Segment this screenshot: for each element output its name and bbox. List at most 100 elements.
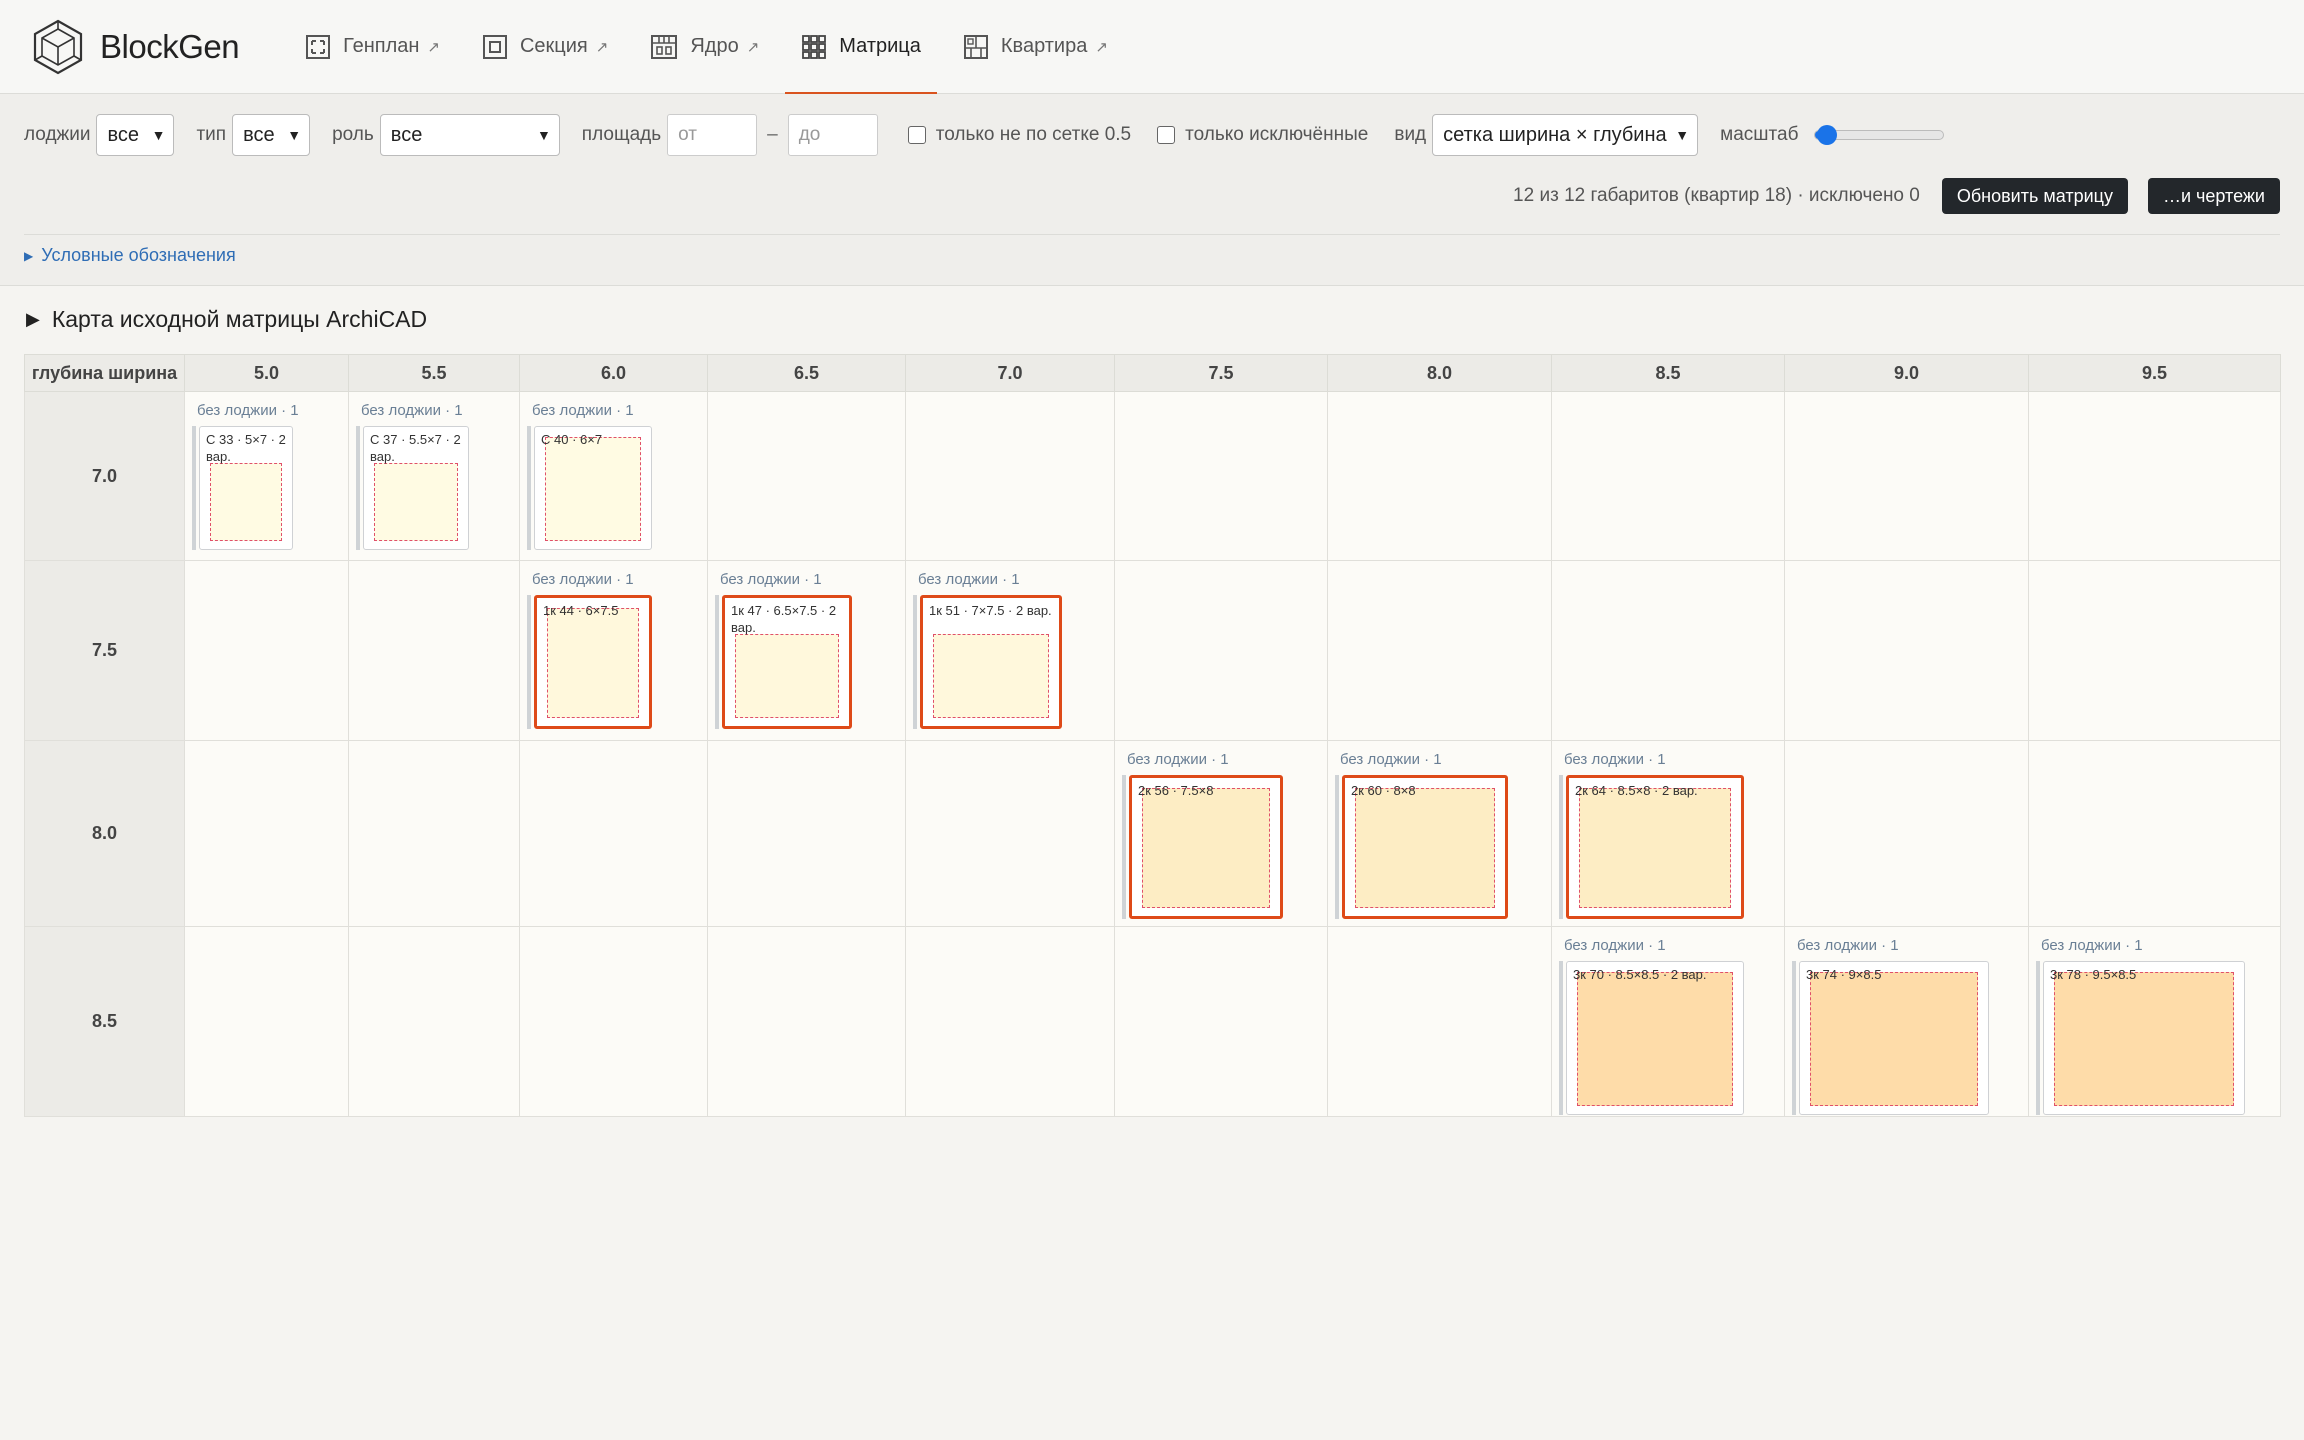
apartment-card[interactable]: С 33 · 5×7 · 2 вар. (199, 426, 293, 550)
cell-caption: без лоджии · 1 (720, 571, 822, 588)
type-select[interactable]: все ▼ (232, 114, 311, 156)
apartment-card[interactable]: С 37 · 5.5×7 · 2 вар. (363, 426, 469, 550)
apartment-card-wrap: 1к 47 · 6.5×7.5 · 2 вар. (715, 595, 852, 729)
matrix-cell (1551, 391, 1785, 561)
chevron-down-icon: ▼ (536, 127, 551, 143)
tab-section[interactable]: Секция ↗ (466, 0, 624, 94)
tab-label: Ядро (690, 35, 739, 57)
tab-genplan[interactable]: Генплан ↗ (289, 0, 456, 94)
tab-apartment[interactable]: Квартира ↗ (947, 0, 1124, 94)
apartment-card[interactable]: 3к 78 · 9.5×8.5 (2043, 961, 2245, 1115)
matrix-cell[interactable]: без лоджии · 1 3к 78 · 9.5×8.5 (2028, 926, 2281, 1117)
apartment-card[interactable]: 3к 70 · 8.5×8.5 · 2 вар. (1566, 961, 1744, 1115)
chevron-down-icon: ▼ (287, 127, 302, 143)
matrix-cell[interactable]: без лоджии · 1 3к 74 · 9×8.5 (1784, 926, 2029, 1117)
width-header: 5.5 (348, 354, 520, 392)
matrix-row: 7.5 без лоджии · 1 1к 44 · 6×7.5 без лоджии… (24, 560, 2281, 741)
apartment-label: 3к 70 · 8.5×8.5 · 2 вар. (1573, 967, 1707, 982)
matrix-cell[interactable]: без лоджии · 1 1к 51 · 7×7.5 · 2 вар. (905, 560, 1115, 741)
width-header: 8.0 (1327, 354, 1552, 392)
apartment-card[interactable]: С 40 · 6×7 (534, 426, 652, 550)
brand[interactable]: BlockGen (32, 19, 240, 75)
matrix-cell (519, 926, 708, 1117)
matrix-cell (184, 926, 349, 1117)
top-bar: BlockGen Генплан ↗ Секция ↗ Ядро ↗ Матри… (0, 0, 2304, 95)
matrix-cell (1114, 926, 1328, 1117)
matrix-cell (1784, 391, 2029, 561)
tab-core[interactable]: Ядро ↗ (634, 0, 775, 94)
width-header: 7.0 (905, 354, 1115, 392)
loggia-value: все (107, 123, 140, 146)
excluded-checkbox[interactable]: только исключённые (1157, 124, 1368, 146)
apartment-plan (1142, 788, 1270, 908)
cell-caption: без лоджии · 1 (2041, 937, 2143, 954)
cell-caption: без лоджии · 1 (918, 571, 1020, 588)
apartment-plan (1577, 972, 1733, 1106)
apartment-card[interactable]: 1к 44 · 6×7.5 (534, 595, 652, 729)
loggia-select[interactable]: все ▼ (96, 114, 175, 156)
apartment-card[interactable]: 1к 51 · 7×7.5 · 2 вар. (920, 595, 1062, 729)
role-select[interactable]: все ▼ (379, 114, 560, 156)
section-title-text: Карта исходной матрицы ArchiCAD (51, 306, 428, 332)
view-select[interactable]: сетка ширина × глубина ▼ (1432, 114, 1699, 156)
matrix-cell[interactable]: без лоджии · 1 3к 70 · 8.5×8.5 · 2 вар. (1551, 926, 1785, 1117)
apartment-card-wrap: 3к 78 · 9.5×8.5 (2036, 961, 2245, 1115)
apartment-card-wrap: 1к 44 · 6×7.5 (527, 595, 652, 729)
area-to-input[interactable]: до (787, 114, 878, 156)
width-header: 8.5 (1551, 354, 1785, 392)
matrix-cell[interactable]: без лоджии · 1 2к 56 · 7.5×8 (1114, 740, 1328, 927)
matrix-cell[interactable]: без лоджии · 1 2к 64 · 8.5×8 · 2 вар. (1551, 740, 1785, 927)
matrix-cell (348, 926, 520, 1117)
view-label: вид (1394, 124, 1427, 145)
cell-caption: без лоджии · 1 (1564, 751, 1666, 768)
external-link-icon: ↗ (595, 38, 609, 56)
apartment-card-wrap: С 33 · 5×7 · 2 вар. (192, 426, 293, 550)
apartment-label: 2к 64 · 8.5×8 · 2 вар. (1575, 783, 1698, 798)
section-icon (482, 34, 507, 59)
matrix-cell (1114, 560, 1328, 741)
matrix-cell[interactable]: без лоджии · 1 С 37 · 5.5×7 · 2 вар. (348, 391, 520, 561)
update-matrix-button[interactable]: Обновить матрицу (1941, 178, 2128, 214)
apartment-card-wrap: 2к 56 · 7.5×8 (1122, 775, 1283, 919)
checkbox-box[interactable] (1157, 126, 1176, 144)
matrix-cell[interactable]: без лоджии · 1 1к 44 · 6×7.5 (519, 560, 708, 741)
header-row: глубина ширина 5.0 5.5 6.0 6.5 7.0 7.5 8.0 8.5 9… (24, 354, 2281, 392)
area-label: площадь (581, 124, 662, 145)
apartment-card-wrap: 3к 74 · 9×8.5 (1792, 961, 1989, 1115)
apartment-plan (735, 634, 839, 718)
type-label: тип (196, 124, 227, 145)
checkbox-box[interactable] (907, 126, 926, 144)
apartment-card-wrap: С 37 · 5.5×7 · 2 вар. (356, 426, 469, 550)
width-header: 6.0 (519, 354, 708, 392)
apartment-card[interactable]: 3к 74 · 9×8.5 (1799, 961, 1989, 1115)
section-title[interactable]: ▶ Карта исходной матрицы ArchiCAD (26, 306, 427, 333)
apartment-label: 1к 47 · 6.5×7.5 · 2 вар. (731, 603, 837, 635)
drawings-button[interactable]: …и чертежи (2147, 178, 2280, 214)
matrix-cell[interactable]: без лоджии · 1 2к 60 · 8×8 (1327, 740, 1552, 927)
apartment-card[interactable]: 2к 60 · 8×8 (1342, 775, 1508, 919)
matrix-cell (1784, 740, 2029, 927)
filters-panel: лоджии все ▼ тип все ▼ роль все ▼ площадь о… (0, 94, 2304, 286)
apartment-card-wrap: 3к 70 · 8.5×8.5 · 2 вар. (1559, 961, 1744, 1115)
matrix-cell[interactable]: без лоджии · 1 1к 47 · 6.5×7.5 · 2 вар. (707, 560, 906, 741)
apartment-card[interactable]: 1к 47 · 6.5×7.5 · 2 вар. (722, 595, 852, 729)
tab-matrix[interactable]: Матрица (785, 0, 937, 95)
matrix-cell[interactable]: без лоджии · 1 С 40 · 6×7 (519, 391, 708, 561)
apartment-plan (933, 634, 1049, 718)
area-dash: – (767, 124, 778, 145)
apartment-plan (547, 608, 639, 718)
slider-knob[interactable] (1817, 125, 1838, 145)
matrix-cell (707, 391, 906, 561)
area-from-input[interactable]: от (667, 114, 758, 156)
scale-slider[interactable] (1814, 125, 1945, 145)
cell-caption: без лоджии · 1 (532, 571, 634, 588)
matrix-cell (1327, 926, 1552, 1117)
matrix-cell[interactable]: без лоджии · 1 С 33 · 5×7 · 2 вар. (184, 391, 349, 561)
offgrid-checkbox[interactable]: только не по сетке 0.5 (907, 124, 1131, 146)
legend-toggle[interactable]: ▶ Условные обозначения (24, 234, 2280, 266)
apartment-card[interactable]: 2к 64 · 8.5×8 · 2 вар. (1566, 775, 1744, 919)
apartment-card[interactable]: 2к 56 · 7.5×8 (1129, 775, 1283, 919)
matrix-cell (184, 560, 349, 741)
loggia-label: лоджии (24, 124, 91, 145)
apartment-card-wrap: 2к 64 · 8.5×8 · 2 вар. (1559, 775, 1744, 919)
